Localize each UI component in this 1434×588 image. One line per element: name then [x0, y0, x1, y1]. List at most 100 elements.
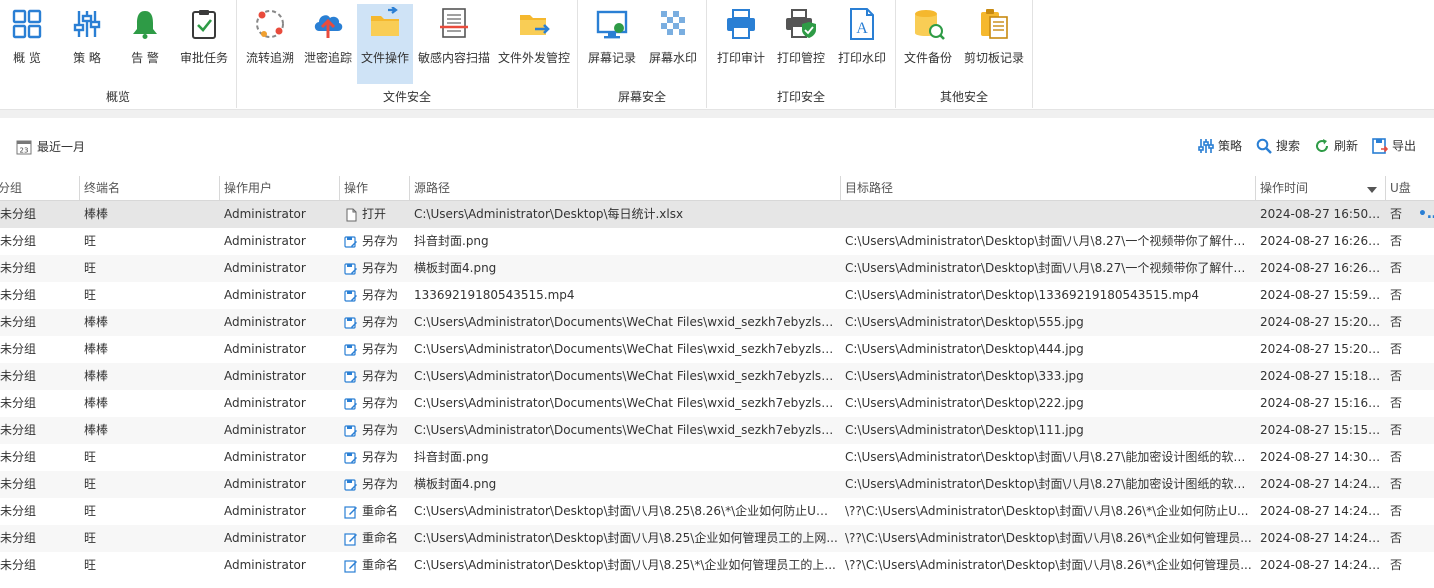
screen-record-button[interactable]: 屏幕记录 — [584, 4, 640, 84]
save-as-icon — [344, 262, 358, 276]
col-header-source-path[interactable]: 源路径 — [409, 176, 840, 201]
approval-task-label: 审批任务 — [179, 51, 228, 65]
ribbon-group-screen-security: 屏幕记录 屏幕水印 屏幕安全 — [578, 0, 707, 108]
cell-usb: 否 — [1390, 450, 1403, 464]
export-toolbar-button[interactable]: 导出 — [1372, 137, 1416, 154]
cell-user: Administrator — [224, 477, 306, 491]
cell-time: 2024-08-27 14:24:29 — [1260, 531, 1384, 545]
cell-user: Administrator — [224, 504, 306, 518]
table-row[interactable]: 未分组 旺 Administrator 重命名 C:\Users\Administrat… — [0, 498, 1434, 525]
operation-text: 重命名 — [362, 531, 399, 545]
cell-target-path: C:\Users\Administrator\Desktop\封面\八月\8.2… — [845, 450, 1255, 464]
cell-usb: 否 — [1390, 396, 1403, 410]
cell-group: 未分组 — [0, 558, 37, 572]
cell-source-path: C:\Users\Administrator\Documents\WeChat … — [414, 369, 838, 383]
screen-watermark-button[interactable]: 屏幕水印 — [644, 4, 702, 84]
cell-target-path: C:\Users\Administrator\Desktop\封面\八月\8.2… — [845, 261, 1255, 275]
col-header-usb[interactable]: U盘 — [1385, 176, 1434, 201]
refresh-toolbar-button[interactable]: 刷新 — [1314, 137, 1358, 154]
cell-user: Administrator — [224, 558, 306, 572]
print-control-label: 打印管控 — [776, 51, 825, 65]
sensitive-scan-button[interactable]: 敏感内容扫描 — [416, 4, 492, 84]
table-row[interactable]: 未分组 旺 Administrator 另存为 13369219180543515.mp… — [0, 282, 1434, 309]
cell-operation: 另存为 — [344, 309, 408, 336]
table-row[interactable]: 未分组 棒棒 Administrator 另存为 C:\Users\Administra… — [0, 363, 1434, 390]
cell-usb: 否 — [1390, 423, 1403, 437]
cell-operation: 重命名 — [344, 498, 408, 525]
table-row[interactable]: 未分组 棒棒 Administrator 打开 C:\Users\Administrat… — [0, 201, 1434, 228]
date-range-filter[interactable]: 23 最近一月 — [16, 138, 85, 155]
file-backup-button[interactable]: 文件备份 — [902, 4, 954, 84]
table-row[interactable]: 未分组 旺 Administrator 重命名 C:\Users\Administrat… — [0, 552, 1434, 579]
col-header-user[interactable]: 操作用户 — [219, 176, 339, 201]
file-operation-button[interactable]: 文件操作 — [357, 4, 413, 84]
cell-terminal: 棒棒 — [84, 342, 109, 356]
cell-terminal: 棒棒 — [84, 396, 109, 410]
cell-usb: 否 — [1390, 558, 1403, 572]
operation-text: 另存为 — [362, 315, 399, 329]
row-more-button[interactable]: ••• — [1418, 201, 1434, 228]
policy-button[interactable]: 策 略 — [64, 4, 110, 84]
leak-tracking-button[interactable]: 泄密追踪 — [301, 4, 355, 84]
group-label-screen-security: 屏幕安全 — [617, 90, 666, 104]
outgoing-control-button[interactable]: 文件外发管控 — [495, 4, 573, 84]
cell-time: 2024-08-27 15:20:02 — [1260, 342, 1384, 356]
table-row[interactable]: 未分组 旺 Administrator 另存为 横板封面4.png C:\Users\Ad… — [0, 471, 1434, 498]
cell-terminal: 旺 — [84, 261, 97, 275]
cell-operation: 重命名 — [344, 552, 408, 579]
col-header-target-path[interactable]: 目标路径 — [840, 176, 1255, 201]
cell-time: 2024-08-27 14:30:06 — [1260, 450, 1384, 464]
table-row[interactable]: 未分组 旺 Administrator 另存为 横板封面4.png C:\Users\Ad… — [0, 255, 1434, 282]
cell-target-path: C:\Users\Administrator\Desktop\133692191… — [845, 288, 1200, 302]
operation-text: 重命名 — [362, 558, 399, 572]
print-audit-button[interactable]: 打印审计 — [713, 4, 769, 84]
table-row[interactable]: 未分组 旺 Administrator 重命名 C:\Users\Administrat… — [0, 525, 1434, 552]
alarm-button[interactable]: 告 警 — [122, 4, 168, 84]
cell-usb: 否 — [1390, 531, 1403, 545]
table-row[interactable]: 未分组 棒棒 Administrator 另存为 C:\Users\Administra… — [0, 309, 1434, 336]
policy-toolbar-button[interactable]: 策略 — [1198, 137, 1242, 154]
overview-button[interactable]: 概 览 — [4, 4, 50, 84]
clipboard-record-button[interactable]: 剪切板记录 — [962, 4, 1026, 84]
refresh-icon — [1315, 138, 1328, 152]
table-row[interactable]: 未分组 棒棒 Administrator 另存为 C:\Users\Administra… — [0, 336, 1434, 363]
date-range-label: 最近一月 — [37, 140, 86, 154]
table-row[interactable]: 未分组 棒棒 Administrator 另存为 C:\Users\Administra… — [0, 417, 1434, 444]
cell-source-path: 抖音封面.png — [414, 234, 489, 248]
operation-text: 另存为 — [362, 423, 399, 437]
cell-time: 2024-08-27 16:50:43 — [1260, 207, 1384, 221]
cell-target-path: \??\C:\Users\Administrator\Desktop\封面\八月… — [845, 504, 1249, 518]
table-row[interactable]: 未分组 棒棒 Administrator 另存为 C:\Users\Administra… — [0, 390, 1434, 417]
cell-target-path: \??\C:\Users\Administrator\Desktop\封面\八月… — [845, 558, 1252, 572]
col-header-operation[interactable]: 操作 — [339, 176, 409, 201]
table-row[interactable]: 未分组 旺 Administrator 另存为 抖音封面.png C:\Users\Adm… — [0, 444, 1434, 471]
cell-target-path: C:\Users\Administrator\Desktop\封面\八月\8.2… — [845, 477, 1255, 491]
print-watermark-button[interactable]: A 打印水印 — [833, 4, 891, 84]
cell-user: Administrator — [224, 531, 306, 545]
col-header-group[interactable]: 分组 — [0, 176, 78, 201]
col-header-time[interactable]: 操作时间 — [1255, 176, 1385, 201]
screen-watermark-icon — [655, 6, 691, 42]
cell-time: 2024-08-27 15:15:48 — [1260, 423, 1384, 437]
cell-group: 未分组 — [0, 342, 37, 356]
cell-time: 2024-08-27 15:59:44 — [1260, 288, 1384, 302]
search-toolbar-button[interactable]: 搜索 — [1256, 137, 1300, 154]
refresh-toolbar-label: 刷新 — [1333, 139, 1358, 153]
approval-task-button[interactable]: 审批任务 — [176, 4, 232, 84]
cell-usb: 否 — [1390, 207, 1403, 221]
policy-label: 策 略 — [73, 51, 101, 65]
cell-terminal: 旺 — [84, 558, 97, 572]
col-header-terminal[interactable]: 终端名 — [79, 176, 219, 201]
cell-operation: 打开 — [344, 201, 408, 228]
cell-terminal: 棒棒 — [84, 207, 109, 221]
policy-toolbar-label: 策略 — [1217, 139, 1242, 153]
printer-shield-icon — [783, 6, 819, 42]
print-control-button[interactable]: 打印管控 — [773, 4, 829, 84]
trace-flow-button[interactable]: 流转追溯 — [243, 4, 297, 84]
cell-user: Administrator — [224, 207, 306, 221]
calendar-icon: 23 — [16, 140, 32, 154]
group-label-overview: 概览 — [105, 90, 130, 104]
outgoing-folder-icon — [516, 6, 552, 42]
cell-group: 未分组 — [0, 396, 37, 410]
table-row[interactable]: 未分组 旺 Administrator 另存为 抖音封面.png C:\Users\Adm… — [0, 228, 1434, 255]
